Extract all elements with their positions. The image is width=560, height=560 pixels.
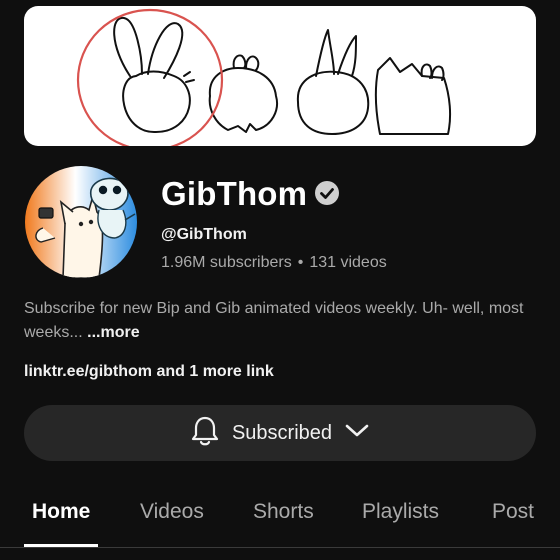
stats-separator: • bbox=[297, 254, 304, 271]
avatar[interactable] bbox=[25, 166, 137, 278]
verified-badge-icon bbox=[314, 180, 340, 206]
tab-videos[interactable]: Videos bbox=[140, 498, 204, 526]
channel-tabs: Home Videos Shorts Playlists Post bbox=[0, 488, 560, 560]
channel-handle: @GibThom bbox=[161, 226, 247, 243]
tab-playlists[interactable]: Playlists bbox=[362, 498, 439, 526]
link-url[interactable]: linktr.ee/gibthom bbox=[24, 363, 152, 380]
subscribed-button[interactable]: Subscribed bbox=[24, 405, 536, 461]
avatar-image bbox=[25, 166, 137, 278]
tab-shorts[interactable]: Shorts bbox=[253, 498, 314, 526]
channel-banner bbox=[24, 6, 536, 146]
channel-description[interactable]: Subscribe for new Bip and Gib animated v… bbox=[24, 297, 536, 345]
subscriber-count: 1.96M subscribers bbox=[161, 254, 292, 271]
more-links-text[interactable]: and 1 more link bbox=[152, 363, 273, 380]
video-count: 131 videos bbox=[309, 254, 387, 271]
channel-stats: 1.96M subscribers • 131 videos bbox=[161, 252, 387, 274]
tabs-divider bbox=[0, 547, 560, 548]
channel-links[interactable]: linktr.ee/gibthom and 1 more link bbox=[24, 361, 274, 383]
subscribed-label: Subscribed bbox=[231, 421, 333, 444]
banner-illustration bbox=[76, 8, 452, 146]
chevron-down-icon bbox=[344, 423, 370, 444]
tab-post[interactable]: Post bbox=[492, 498, 534, 526]
channel-name: GibThom bbox=[161, 175, 308, 212]
bell-icon bbox=[190, 415, 220, 452]
tab-home[interactable]: Home bbox=[32, 498, 90, 526]
more-link[interactable]: ...more bbox=[87, 324, 139, 341]
